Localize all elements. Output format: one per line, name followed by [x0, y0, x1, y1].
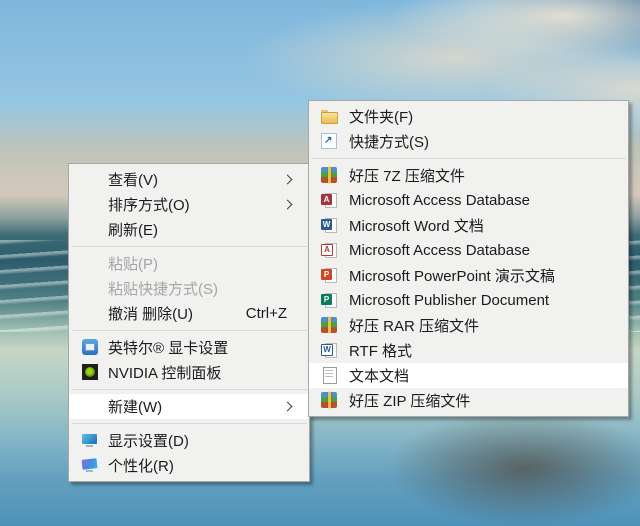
submenu-item-haozip-7z[interactable]: 好压 7Z 压缩文件 — [309, 163, 628, 188]
menu-item-personalize[interactable]: 个性化(R) — [69, 453, 309, 478]
menu-separator — [72, 389, 307, 390]
chevron-right-icon — [282, 174, 293, 185]
personalize-icon — [82, 457, 98, 473]
menu-item-label: 文本文档 — [349, 368, 410, 385]
chevron-right-icon — [282, 401, 293, 412]
menu-item-label: 查看(V) — [108, 172, 158, 189]
menu-item-label: Microsoft Access Database — [349, 192, 530, 209]
display-settings-icon — [82, 432, 98, 448]
nvidia-icon — [82, 364, 98, 380]
menu-item-label: 撤消 删除(U) — [108, 306, 193, 323]
rtf-icon — [321, 342, 337, 358]
access-legacy-icon — [321, 242, 337, 258]
menu-item-label: 文件夹(F) — [349, 109, 414, 126]
menu-item-display-settings[interactable]: 显示设置(D) — [69, 428, 309, 453]
publisher-icon — [321, 292, 337, 308]
menu-item-label: 快捷方式(S) — [349, 134, 429, 151]
menu-item-label: 好压 ZIP 压缩文件 — [349, 393, 471, 410]
submenu-item-publisher-document[interactable]: Microsoft Publisher Document — [309, 288, 628, 313]
menu-item-refresh[interactable]: 刷新(E) — [69, 217, 309, 242]
menu-item-label: Microsoft Word 文档 — [349, 218, 484, 235]
menu-item-shortcut: Ctrl+Z — [245, 305, 287, 322]
menu-item-undo-delete[interactable]: 撤消 删除(U) Ctrl+Z — [69, 301, 309, 326]
haozip-archive-icon — [321, 392, 337, 408]
submenu-item-haozip-rar[interactable]: 好压 RAR 压缩文件 — [309, 313, 628, 338]
menu-item-sort-by[interactable]: 排序方式(O) — [69, 192, 309, 217]
text-document-icon — [321, 367, 337, 384]
menu-item-label: 英特尔® 显卡设置 — [108, 340, 229, 357]
intel-graphics-icon — [82, 339, 98, 355]
powerpoint-icon — [321, 267, 337, 283]
menu-item-view[interactable]: 查看(V) — [69, 167, 309, 192]
menu-item-label: 排序方式(O) — [108, 197, 190, 214]
desktop-background: 查看(V) 排序方式(O) 刷新(E) 粘贴(P) 粘贴快捷方式(S) 撤消 删除(U) C… — [0, 0, 640, 526]
menu-item-paste[interactable]: 粘贴(P) — [69, 251, 309, 276]
menu-item-label: 粘贴快捷方式(S) — [108, 281, 218, 298]
chevron-right-icon — [282, 199, 293, 210]
menu-item-new[interactable]: 新建(W) — [69, 394, 309, 419]
submenu-item-powerpoint-presentation[interactable]: Microsoft PowerPoint 演示文稿 — [309, 263, 628, 288]
submenu-item-haozip-zip[interactable]: 好压 ZIP 压缩文件 — [309, 388, 628, 413]
submenu-item-word-document[interactable]: Microsoft Word 文档 — [309, 213, 628, 238]
menu-item-label: 粘贴(P) — [108, 256, 158, 273]
menu-separator — [72, 423, 307, 424]
menu-item-label: 新建(W) — [108, 399, 163, 416]
submenu-item-text-document[interactable]: 文本文档 — [309, 363, 628, 388]
access-icon — [321, 192, 337, 208]
haozip-archive-icon — [321, 317, 337, 333]
submenu-item-rtf[interactable]: RTF 格式 — [309, 338, 628, 363]
submenu-item-access-database[interactable]: Microsoft Access Database — [309, 188, 628, 213]
menu-item-label: RTF 格式 — [349, 343, 413, 360]
new-item-submenu: 文件夹(F) 快捷方式(S) 好压 7Z 压缩文件 Microsoft Access … — [308, 100, 629, 417]
menu-item-intel-graphics-settings[interactable]: 英特尔® 显卡设置 — [69, 335, 309, 360]
menu-item-label: 刷新(E) — [108, 222, 158, 239]
menu-item-label: 个性化(R) — [108, 458, 174, 475]
menu-separator — [72, 246, 307, 247]
menu-item-paste-shortcut[interactable]: 粘贴快捷方式(S) — [69, 276, 309, 301]
submenu-item-shortcut[interactable]: 快捷方式(S) — [309, 129, 628, 154]
menu-item-label: Microsoft Access Database — [349, 242, 530, 259]
menu-item-label: 好压 7Z 压缩文件 — [349, 168, 465, 185]
menu-item-label: Microsoft PowerPoint 演示文稿 — [349, 268, 555, 285]
menu-item-label: 好压 RAR 压缩文件 — [349, 318, 480, 335]
menu-item-nvidia-control-panel[interactable]: NVIDIA 控制面板 — [69, 360, 309, 385]
menu-item-label: 显示设置(D) — [108, 433, 189, 450]
menu-separator — [72, 330, 307, 331]
menu-separator — [312, 158, 626, 159]
submenu-item-folder[interactable]: 文件夹(F) — [309, 104, 628, 129]
menu-item-label: Microsoft Publisher Document — [349, 292, 550, 309]
word-icon — [321, 217, 337, 233]
shortcut-icon — [321, 133, 337, 149]
folder-icon — [321, 108, 338, 124]
desktop-context-menu: 查看(V) 排序方式(O) 刷新(E) 粘贴(P) 粘贴快捷方式(S) 撤消 删除(U) C… — [68, 163, 310, 482]
submenu-item-access-database-2[interactable]: Microsoft Access Database — [309, 238, 628, 263]
menu-item-label: NVIDIA 控制面板 — [108, 365, 222, 382]
haozip-archive-icon — [321, 167, 337, 183]
